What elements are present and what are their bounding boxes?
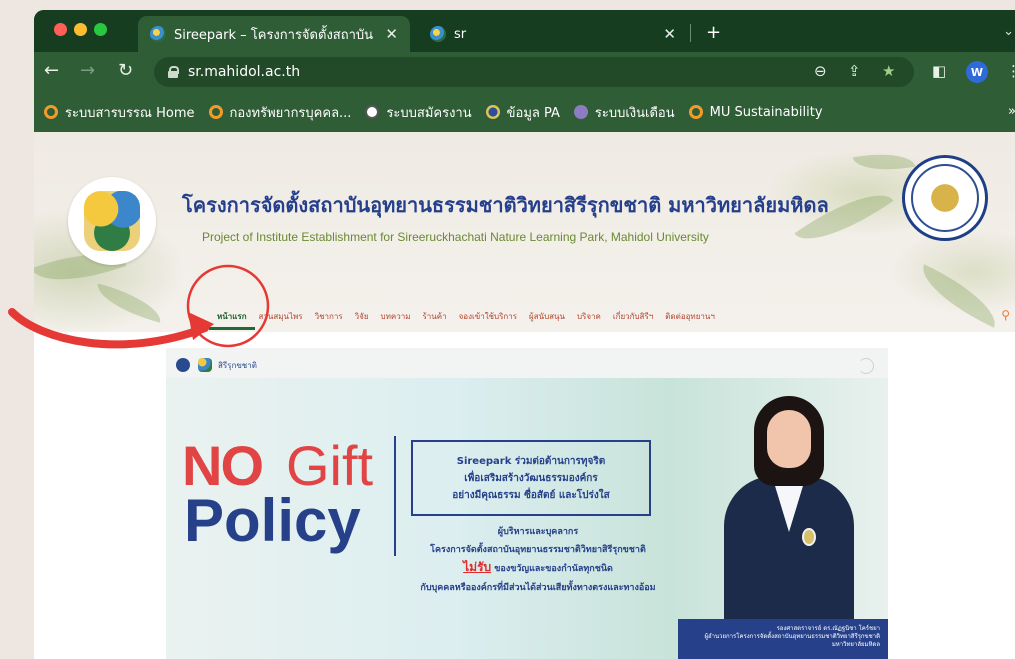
site-favicon-icon bbox=[150, 26, 166, 42]
nav-donate[interactable]: บริจาค bbox=[577, 310, 601, 323]
nav-about[interactable]: เกี่ยวกับสิรีฯ bbox=[613, 310, 653, 323]
forward-arrow-icon[interactable]: → bbox=[80, 61, 95, 81]
bookmarks-bar: ระบบสารบรรณ Home กองทรัพยากรบุคคล... ระบ… bbox=[34, 92, 1015, 132]
box-line: เพื่อเสริมสร้างวัฒนธรรมองค์กร bbox=[464, 472, 598, 484]
minimize-window-button[interactable] bbox=[74, 23, 87, 36]
nav-contact[interactable]: ติดต่ออุทยานฯ bbox=[665, 310, 715, 323]
stakeholder-line: กับบุคคลหรือองค์กรที่มีส่วนได้ส่วนเสียทั… bbox=[420, 583, 656, 593]
maximize-window-button[interactable] bbox=[94, 23, 107, 36]
sireepark-logo[interactable] bbox=[68, 177, 156, 265]
more-bookmarks-button[interactable]: » bbox=[1008, 104, 1015, 119]
browser-window: Sireepark – โครงการจัดตั้งสถาบัน ✕ sr ✕ … bbox=[34, 10, 1015, 132]
mahidol-university-logo bbox=[902, 155, 988, 241]
caption-name: รองศาสตราจารย์ ดร.ณัฏฐนิชา โคร์ชยา bbox=[776, 625, 880, 632]
orange-circle-icon bbox=[44, 105, 58, 119]
seal-icon bbox=[485, 105, 500, 119]
bookmark-label: ระบบเงินเดือน bbox=[594, 105, 675, 121]
divider bbox=[394, 436, 396, 556]
tab-sr[interactable]: sr ✕ bbox=[418, 16, 688, 52]
close-tab-icon[interactable]: ✕ bbox=[663, 25, 676, 43]
mini-logo-text: สิรีรุกขชาติ bbox=[218, 361, 257, 370]
tab-strip: Sireepark – โครงการจัดตั้งสถาบัน ✕ sr ✕ … bbox=[34, 10, 1015, 52]
nav-herb-garden[interactable]: สวนสมุนไพร bbox=[259, 310, 303, 323]
decor-leaf bbox=[92, 283, 166, 323]
decor-leaf bbox=[852, 146, 916, 178]
bookmark-item[interactable]: ระบบสารบรรณ Home bbox=[44, 102, 195, 123]
bookmark-item[interactable]: กองทรัพยากรบุคคล... bbox=[208, 102, 352, 123]
new-tab-button[interactable]: + bbox=[706, 22, 721, 43]
bookmark-label: MU Sustainability bbox=[709, 104, 823, 120]
globe-icon bbox=[365, 105, 380, 119]
nav-home[interactable]: หน้าแรก bbox=[209, 310, 254, 330]
side-panel-icon[interactable]: ◧ bbox=[932, 62, 946, 80]
caption-university: มหาวิทยาลัยมหิดล bbox=[831, 641, 880, 648]
nav-articles[interactable]: บทความ bbox=[381, 310, 411, 323]
logo-mark bbox=[84, 191, 140, 251]
lock-icon bbox=[168, 66, 179, 78]
orange-circle-icon bbox=[688, 105, 703, 119]
reject-rest: ของขวัญและของกำนัลทุกชนิด bbox=[491, 564, 613, 574]
anti-corruption-box: Sireepark ร่วมต่อต้านการทุจริต เพื่อเสริ… bbox=[411, 440, 651, 516]
tab-title: sr bbox=[454, 26, 467, 42]
tab-search-chevron-icon[interactable]: ⌄ bbox=[1003, 24, 1014, 39]
zoom-icon[interactable]: ⊖ bbox=[814, 62, 827, 80]
banner-header-strip: สิรีรุกขชาติ bbox=[166, 348, 888, 378]
browser-toolbar: ← → ↻ sr.mahidol.ac.th ⊖ ⇪ ★ ◧ W ⋮ bbox=[34, 52, 1015, 92]
nav-academic[interactable]: วิชาการ bbox=[315, 310, 343, 323]
share-icon[interactable]: ⇪ bbox=[848, 62, 861, 80]
org-line: โครงการจัดตั้งสถาบันอุทยานธรรมชาติวิทยาส… bbox=[430, 545, 646, 555]
portrait-face bbox=[767, 410, 811, 468]
menu-dots-icon[interactable]: ⋮ bbox=[1006, 62, 1015, 80]
bookmark-item[interactable]: ระบบเงินเดือน bbox=[573, 102, 675, 123]
bookmark-star-icon[interactable]: ★ bbox=[882, 62, 895, 80]
reject-word: ไม่รับ bbox=[463, 560, 492, 574]
bookmark-item[interactable]: ข้อมูล PA bbox=[485, 102, 560, 123]
site-favicon-icon bbox=[430, 26, 446, 42]
address-bar[interactable]: sr.mahidol.ac.th bbox=[154, 57, 914, 87]
bookmark-label: ระบบสารบรรณ Home bbox=[65, 105, 195, 121]
web-page: โครงการจัดตั้งสถาบันอุทยานธรรมชาติวิทยาส… bbox=[34, 132, 1015, 659]
staff-line: ผู้บริหารและบุคลากร bbox=[497, 527, 579, 537]
nav-booking[interactable]: จองเข้าใช้บริการ bbox=[459, 310, 517, 323]
close-tab-icon[interactable]: ✕ bbox=[385, 25, 398, 43]
site-header-banner: โครงการจัดตั้งสถาบันอุทยานธรรมชาติวิทยาส… bbox=[34, 132, 1015, 332]
close-window-button[interactable] bbox=[54, 23, 67, 36]
sireepark-mini-logo bbox=[198, 358, 212, 372]
site-title-thai: โครงการจัดตั้งสถาบันอุทยานธรรมชาติวิทยาส… bbox=[182, 193, 829, 217]
nav-research[interactable]: วิจัย bbox=[355, 310, 369, 323]
search-icon[interactable]: ⚲ bbox=[1001, 308, 1010, 322]
site-nav-menu: หน้าแรก สวนสมุนไพร วิชาการ วิจัย บทความ … bbox=[209, 310, 715, 330]
decor-leaf bbox=[912, 264, 1006, 328]
bookmark-item[interactable]: MU Sustainability bbox=[688, 104, 823, 120]
box-line: Sireepark ร่วมต่อต้านการทุจริต bbox=[456, 455, 606, 467]
reload-icon[interactable]: ↻ bbox=[118, 61, 133, 81]
no-gift-policy-banner[interactable]: สิรีรุกขชาติ NO Gift Policy Sireepark ร่… bbox=[166, 348, 888, 659]
portrait-caption: รองศาสตราจารย์ ดร.ณัฏฐนิชา โคร์ชยา ผู้อำ… bbox=[678, 619, 888, 659]
pay-icon bbox=[573, 105, 588, 119]
profile-avatar[interactable]: W bbox=[966, 61, 988, 83]
bookmark-label: ระบบสมัครงาน bbox=[386, 105, 472, 121]
mahidol-mini-logo bbox=[176, 358, 190, 372]
reject-line: ไม่รับ ของขวัญและของกำนัลทุกชนิด bbox=[398, 558, 678, 577]
nav-shop[interactable]: ร้านค้า bbox=[422, 310, 446, 323]
university-pin-icon bbox=[802, 528, 816, 546]
box-line: อย่างมีคุณธรรม ซื่อสัตย์ และโปร่งใส bbox=[452, 489, 610, 501]
bookmark-item[interactable]: ระบบสมัครงาน bbox=[365, 102, 472, 123]
tab-sireepark[interactable]: Sireepark – โครงการจัดตั้งสถาบัน ✕ bbox=[138, 16, 410, 52]
bookmark-label: ข้อมูล PA bbox=[506, 105, 560, 121]
nav-supporters[interactable]: ผู้สนับสนุน bbox=[529, 310, 565, 323]
caption-title: ผู้อำนวยการโครงการจัดตั้งสถาบันอุทยานธรร… bbox=[704, 633, 880, 640]
banner-ring-decoration bbox=[858, 358, 874, 374]
tab-title: Sireepark – โครงการจัดตั้งสถาบัน bbox=[174, 27, 374, 43]
orange-circle-icon bbox=[208, 105, 223, 119]
site-title-english: Project of Institute Establishment for S… bbox=[202, 230, 709, 244]
policy-word-text: Policy bbox=[184, 487, 361, 554]
back-arrow-icon[interactable]: ← bbox=[44, 61, 59, 81]
tab-separator bbox=[690, 24, 691, 42]
url-text: sr.mahidol.ac.th bbox=[188, 64, 301, 80]
logo-seal bbox=[911, 164, 979, 232]
bookmark-label: กองทรัพยากรบุคคล... bbox=[229, 105, 352, 121]
